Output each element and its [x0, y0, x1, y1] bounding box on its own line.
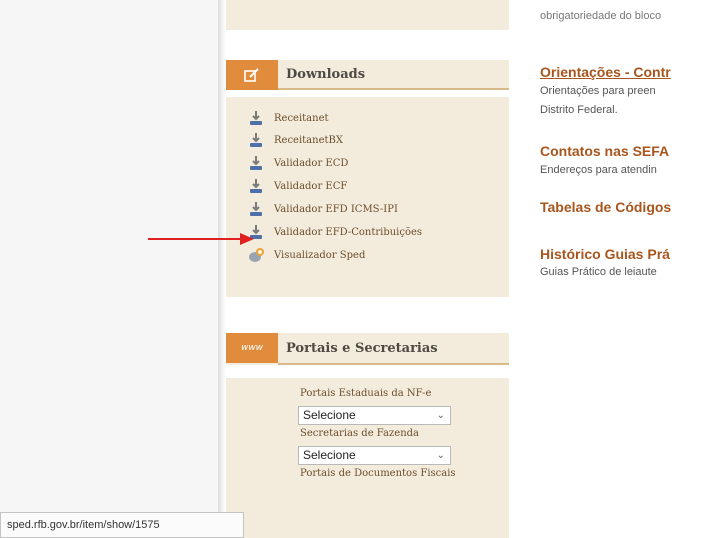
annotation-arrow	[148, 233, 254, 245]
column-divider	[218, 0, 226, 538]
download-item-validador-efd-icms-ipi[interactable]: Validador EFD ICMS-IPI	[246, 198, 398, 220]
chevron-down-icon: ⌄	[436, 410, 445, 421]
downloads-list: Receitanet ReceitanetBX Validador ECD Va…	[226, 97, 509, 297]
download-item-label: Validador EFD-Contribuições	[274, 226, 423, 238]
downloads-badge	[226, 60, 278, 90]
portais-title: Portais e Secretarias	[286, 341, 438, 356]
sidebar: Downloads Receitanet ReceitanetBX Valida…	[226, 0, 509, 538]
contatos-text: Endereços para atendin	[540, 164, 657, 176]
download-item-receitanet[interactable]: Receitanet	[246, 107, 329, 129]
download-icon	[246, 130, 266, 150]
fazenda-select[interactable]: Selecione ⌄	[298, 446, 451, 465]
orientacoes-text-1: Orientações para preen	[540, 85, 656, 97]
download-item-validador-ecf[interactable]: Validador ECF	[246, 175, 347, 197]
portais-header-rule	[278, 363, 509, 365]
download-item-receitanetbx[interactable]: ReceitanetBX	[246, 129, 343, 151]
top-fragment-text: obrigatoriedade do bloco	[540, 10, 662, 22]
portais-body: Portais Estaduais da NF-e Selecione ⌄ Se…	[226, 378, 509, 538]
download-icon	[246, 176, 266, 196]
historico-link[interactable]: Histórico Guias Prá	[540, 246, 670, 262]
downloads-header-rule	[278, 88, 509, 90]
fiscal-docs-portals-label: Portais de Documentos Fiscais	[300, 468, 456, 479]
nfe-portals-select-value: Selecione	[303, 408, 356, 422]
fazenda-label: Secretarias de Fazenda	[300, 428, 420, 439]
main-content: obrigatoriedade do bloco Orientações - C…	[540, 0, 725, 538]
orientacoes-text-2: Distrito Federal.	[540, 104, 618, 116]
download-icon	[246, 199, 266, 219]
download-item-label: Visualizador Sped	[274, 249, 366, 261]
download-item-label: Receitanet	[274, 112, 329, 124]
download-item-label: ReceitanetBX	[274, 134, 343, 146]
page-left-margin	[0, 0, 218, 538]
contatos-link[interactable]: Contatos nas SEFA	[540, 143, 669, 159]
previous-block-bottom	[226, 0, 509, 30]
download-icon	[246, 108, 266, 128]
downloads-title: Downloads	[286, 67, 366, 82]
download-icon	[246, 153, 266, 173]
download-item-label: Validador ECD	[274, 157, 349, 169]
orientacoes-link[interactable]: Orientações - Contr	[540, 64, 671, 80]
edit-icon	[244, 68, 259, 82]
tabelas-link[interactable]: Tabelas de Códigos	[540, 199, 671, 215]
downloads-header: Downloads	[226, 60, 509, 90]
nfe-portals-label: Portais Estaduais da NF-e	[300, 388, 432, 399]
fazenda-select-value: Selecione	[303, 448, 356, 462]
viewer-icon	[246, 245, 266, 265]
download-item-label: Validador ECF	[274, 180, 348, 192]
historico-text: Guias Prático de leiaute	[540, 266, 657, 278]
download-item-visualizador-sped[interactable]: Visualizador Sped	[246, 244, 365, 266]
chevron-down-icon: ⌄	[436, 450, 445, 461]
portais-header: www Portais e Secretarias	[226, 333, 509, 365]
download-item-validador-ecd[interactable]: Validador ECD	[246, 152, 348, 174]
nfe-portals-select[interactable]: Selecione ⌄	[298, 406, 451, 425]
download-item-validador-efd-contribuicoes[interactable]: Validador EFD-Contribuições	[246, 221, 422, 243]
www-badge: www	[226, 333, 278, 363]
download-item-label: Validador EFD ICMS-IPI	[274, 203, 398, 215]
status-bar-url: sped.rfb.gov.br/item/show/1575	[0, 512, 244, 538]
